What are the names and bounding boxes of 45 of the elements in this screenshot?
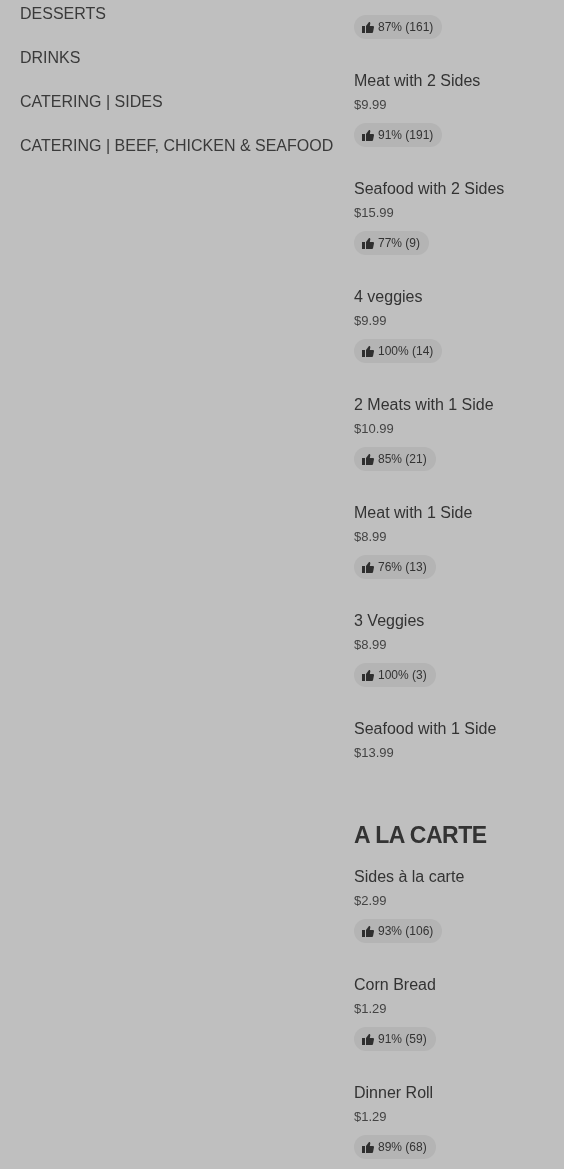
- dish-price: $8.99: [354, 636, 387, 654]
- dish-price: $15.99: [354, 204, 394, 222]
- rating-badge: 91% (59): [354, 1027, 436, 1051]
- dish-price: $8.99: [354, 528, 387, 546]
- thumbs-up-icon: [362, 1033, 374, 1045]
- dish-name[interactable]: Meat with 2 Sides: [354, 69, 481, 93]
- thumbs-up-icon: [362, 453, 374, 465]
- dish-name[interactable]: Seafood with 2 Sides: [354, 177, 505, 201]
- dish-name[interactable]: Sides à la carte: [354, 865, 465, 889]
- dish-name[interactable]: 4 veggies: [354, 285, 423, 309]
- thumbs-up-icon: [362, 669, 374, 681]
- rating-badge: 85% (21): [354, 447, 436, 471]
- rating-badge: 100% (14): [354, 339, 443, 363]
- thumbs-up-icon: [362, 561, 374, 573]
- category-link[interactable]: CATERING | SIDES: [20, 92, 354, 112]
- dish-price: $1.29: [354, 1000, 387, 1018]
- rating-badge: 91% (191): [354, 123, 443, 147]
- dish-price: $2.99: [354, 892, 387, 910]
- dish-price: $1.29: [354, 1108, 387, 1126]
- dish-price: $9.99: [354, 96, 387, 114]
- category-link[interactable]: CATERING | BEEF, CHICKEN & SEAFOOD: [20, 136, 354, 156]
- category-link[interactable]: DESSERTS: [20, 4, 354, 24]
- thumbs-up-icon: [362, 1141, 374, 1153]
- rating-badge: 89% (68): [354, 1135, 436, 1159]
- rating-badge: 100% (3): [354, 663, 436, 687]
- dish-name[interactable]: 2 Meats with 1 Side: [354, 393, 494, 417]
- dish-name[interactable]: Dinner Roll: [354, 1081, 434, 1105]
- thumbs-up-icon: [362, 129, 374, 141]
- category-link[interactable]: DRINKS: [20, 48, 354, 68]
- thumbs-up-icon: [362, 237, 374, 249]
- dish-name[interactable]: 3 Veggies: [354, 609, 425, 633]
- dish-price: $13.99: [354, 744, 394, 762]
- thumbs-up-icon: [362, 21, 374, 33]
- section-heading: A LA CARTE: [354, 821, 488, 850]
- dish-price: $10.99: [354, 420, 394, 438]
- dish-name[interactable]: Meat with 1 Side: [354, 501, 473, 525]
- dish-name[interactable]: Corn Bread: [354, 973, 436, 997]
- rating-badge: 76% (13): [354, 555, 436, 579]
- dish-price: $9.99: [354, 312, 387, 330]
- rating-badge: 93% (106): [354, 919, 443, 943]
- dish-name[interactable]: Seafood with 1 Side: [354, 717, 497, 741]
- thumbs-up-icon: [362, 925, 374, 937]
- thumbs-up-icon: [362, 345, 374, 357]
- rating-badge: 87% (161): [354, 15, 443, 39]
- rating-badge: 77% (9): [354, 231, 430, 255]
